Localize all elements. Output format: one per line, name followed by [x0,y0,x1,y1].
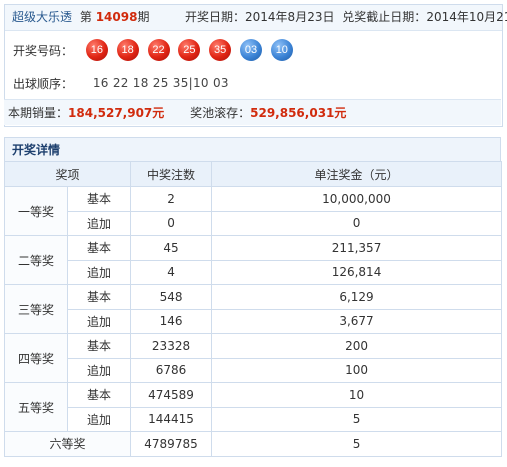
table-row: 六等奖 4789785 5 [3,431,503,457]
back-ball: 10 [270,39,293,61]
winner-count: 0 [130,210,213,236]
prize-amount: 211,357 [211,235,503,261]
draw-order-values: 16 22 18 25 35|10 03 [92,76,229,90]
winning-numbers-row: 开奖号码： 16 18 22 25 35 03 10 [13,39,298,67]
detail-title: 开奖详情 [4,137,501,161]
table-row: 二等奖 基本 45 211,357 [4,235,503,285]
prize-name: 二等奖 [4,235,68,285]
prize-name: 六等奖 [3,431,132,457]
winner-count: 146 [130,308,213,334]
prize-amount: 0 [211,210,503,236]
draw-order-row: 出球顺序： 16 22 18 25 35|10 03 [13,75,229,92]
prize-amount: 10,000,000 [211,186,503,212]
winner-count: 45 [130,235,213,261]
prize-type: 基本 [66,284,132,310]
game-name[interactable]: 超级大乐透 [12,10,72,24]
table-row: 四等奖 基本 23328 200 [4,333,503,383]
winning-numbers-label: 开奖号码： [13,43,74,58]
prize-name: 四等奖 [4,333,68,383]
prize-amount: 3,677 [211,308,503,334]
prize-type: 追加 [66,406,132,432]
table-header-row: 奖项 中奖注数 单注奖金（元） [3,161,503,187]
prize-type: 基本 [66,333,132,359]
sales-amount: 184,527,907元 [68,106,165,120]
deadline-label: 兑奖截止日期： [342,10,427,24]
prize-type: 追加 [66,259,132,285]
front-ball: 16 [85,39,108,61]
winner-count: 2 [130,186,213,212]
prize-amount: 200 [211,333,503,359]
winner-count: 6786 [130,357,213,383]
ball-list: 16 18 22 25 35 03 10 [85,39,298,61]
winner-count: 23328 [130,333,213,359]
col-header-prize: 奖项 [3,161,132,187]
winner-count: 474589 [130,382,213,408]
front-ball: 18 [116,39,139,61]
front-ball: 35 [209,39,232,61]
pool-label: 奖池滚存： [190,106,251,120]
winner-count: 4 [130,259,213,285]
table-row: 追加 146 3,677 [5,308,503,334]
table-row: 五等奖 基本 474589 10 [4,382,503,432]
back-ball: 03 [239,39,262,61]
prize-name: 一等奖 [4,186,68,236]
prize-type: 基本 [66,382,132,408]
table-row: 三等奖 基本 548 6,129 [4,284,503,334]
draw-order-label: 出球顺序： [13,77,74,91]
deadline-date: 2014年10月21日 [426,10,507,24]
issue-number: 14098 [95,10,138,24]
front-ball: 25 [178,39,201,61]
table-row: 追加 144415 5 [5,406,503,432]
date-info: 开奖日期：2014年8月23日 兑奖截止日期：2014年10月21日 [185,5,507,30]
prize-amount: 126,814 [211,259,503,285]
prize-type: 追加 [66,357,132,383]
winner-count: 548 [130,284,213,310]
pool-amount: 529,856,031元 [250,106,347,120]
prize-amount: 6,129 [211,284,503,310]
col-header-count: 中奖注数 [130,161,213,187]
prize-amount: 100 [211,357,503,383]
table-row: 追加 0 0 [5,210,503,236]
prize-amount: 10 [211,382,503,408]
prize-type: 追加 [66,308,132,334]
prize-amount: 5 [211,406,503,432]
col-header-amount: 单注奖金（元） [211,161,503,187]
front-ball: 22 [147,39,170,61]
draw-date-label: 开奖日期： [185,10,246,24]
prize-name: 三等奖 [4,284,68,334]
issue-suffix: 期 [137,10,150,24]
winner-count: 144415 [130,406,213,432]
winner-count: 4789785 [130,431,213,457]
prize-type: 基本 [66,235,132,261]
prize-table: 奖项 中奖注数 单注奖金（元） 一等奖 基本 2 10,000,000 追加 0… [3,161,503,457]
sales-bar: 本期销量：184,527,907元 奖池滚存：529,856,031元 [4,99,501,125]
sales-label: 本期销量： [8,106,69,120]
table-row: 追加 4 126,814 [5,259,503,285]
prize-type: 基本 [66,186,132,212]
draw-title-bar: 超级大乐透 第 14098期 开奖日期：2014年8月23日 兑奖截止日期：20… [5,5,507,31]
draw-date: 2014年8月23日 [245,10,335,24]
prize-type: 追加 [66,210,132,236]
table-row: 追加 6786 100 [5,357,503,383]
prize-amount: 5 [211,431,503,457]
table-row: 一等奖 基本 2 10,000,000 [4,186,503,236]
prize-name: 五等奖 [4,382,68,432]
issue-prefix: 第 [79,10,92,24]
